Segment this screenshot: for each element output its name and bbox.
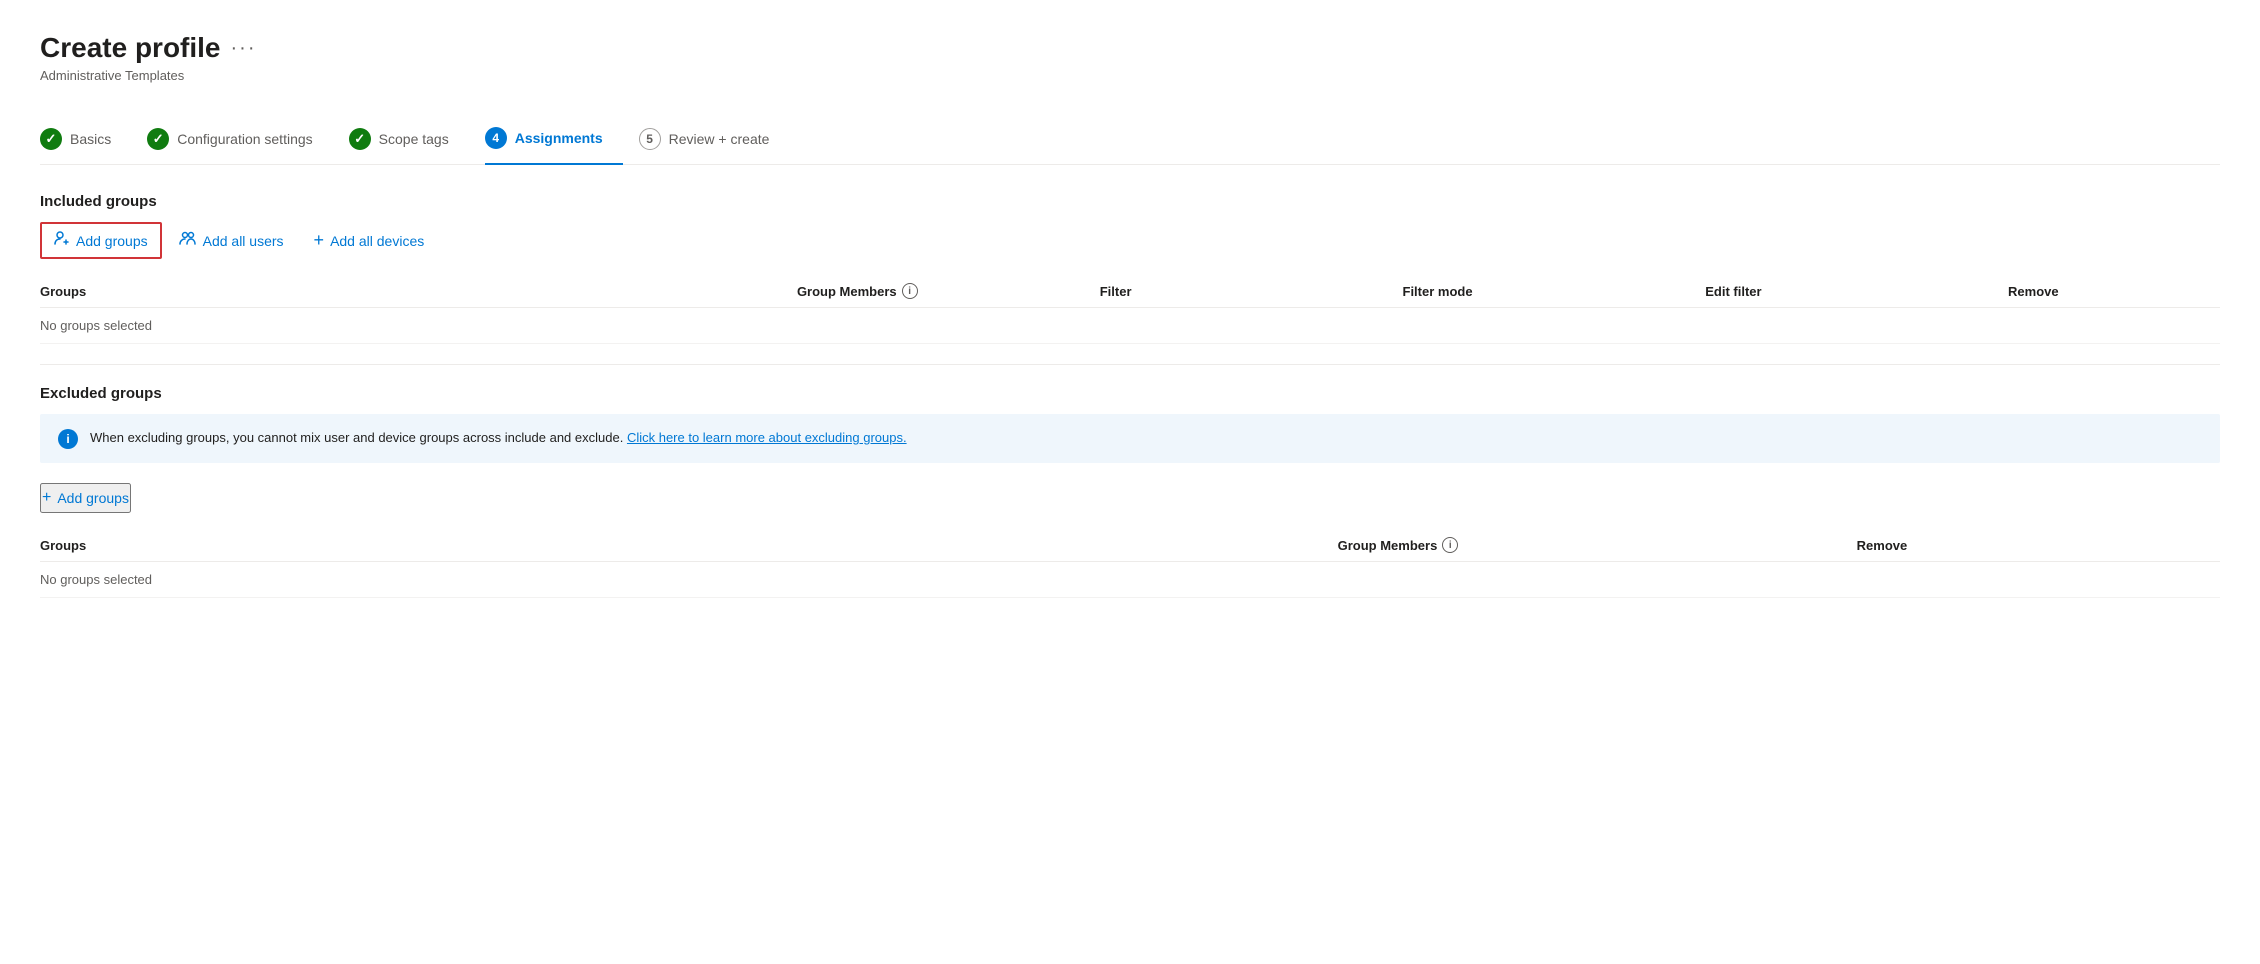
checkmark-icon: ✓ <box>46 131 57 147</box>
excluded-info-banner: i When excluding groups, you cannot mix … <box>40 414 2220 463</box>
step-review-number: 5 <box>646 132 653 146</box>
step-configuration-circle: ✓ <box>147 128 169 150</box>
step-basics[interactable]: ✓ Basics <box>40 116 131 164</box>
add-excluded-groups-label: Add groups <box>57 490 129 506</box>
add-groups-label: Add groups <box>76 233 148 249</box>
excl-col-groups: Groups <box>40 537 1338 553</box>
excluded-empty-text: No groups selected <box>40 572 1338 587</box>
step-scope-label: Scope tags <box>379 131 449 147</box>
people-icon <box>179 230 197 251</box>
info-banner-text: When excluding groups, you cannot mix us… <box>90 428 907 448</box>
excluded-groups-label: Excluded groups <box>40 385 2220 402</box>
col-group-members: Group Members i <box>797 283 1100 299</box>
plus-icon: + <box>314 230 325 251</box>
add-all-devices-button[interactable]: + Add all devices <box>301 223 438 258</box>
step-assignments-label: Assignments <box>515 130 603 146</box>
section-divider <box>40 364 2220 365</box>
learn-more-link[interactable]: Click here to learn more about excluding… <box>627 430 907 445</box>
included-groups-table: Groups Group Members i Filter Filter mod… <box>40 275 2220 344</box>
step-review[interactable]: 5 Review + create <box>639 116 790 164</box>
wizard-nav: ✓ Basics ✓ Configuration settings ✓ Scop… <box>40 115 2220 165</box>
page-title: Create profile <box>40 32 221 64</box>
step-configuration[interactable]: ✓ Configuration settings <box>147 116 332 164</box>
included-empty-row: No groups selected <box>40 308 2220 344</box>
add-groups-button[interactable]: Add groups <box>40 222 162 259</box>
excluded-groups-section: Excluded groups i When excluding groups,… <box>40 385 2220 598</box>
col-filter: Filter <box>1100 283 1403 299</box>
page-subtitle: Administrative Templates <box>40 68 2220 83</box>
more-options-icon[interactable]: ··· <box>231 37 257 60</box>
col-filter-mode: Filter mode <box>1403 283 1706 299</box>
person-add-icon <box>54 230 70 251</box>
step-basics-label: Basics <box>70 131 111 147</box>
excl-col-group-members: Group Members i <box>1338 537 1857 553</box>
excluded-groups-table: Groups Group Members i Remove No groups … <box>40 529 2220 598</box>
step-assignments[interactable]: 4 Assignments <box>485 115 623 165</box>
col-edit-filter: Edit filter <box>1705 283 2008 299</box>
included-groups-label: Included groups <box>40 193 2220 210</box>
included-action-bar: Add groups Add all users + Add all devic… <box>40 222 2220 259</box>
step-review-circle: 5 <box>639 128 661 150</box>
excluded-table-header: Groups Group Members i Remove <box>40 529 2220 562</box>
excl-group-members-info-icon: i <box>1442 537 1458 553</box>
checkmark-icon-3: ✓ <box>354 131 365 147</box>
included-table-header: Groups Group Members i Filter Filter mod… <box>40 275 2220 308</box>
step-scope[interactable]: ✓ Scope tags <box>349 116 469 164</box>
included-groups-section: Included groups Add groups <box>40 193 2220 344</box>
excluded-empty-row: No groups selected <box>40 562 2220 598</box>
step-review-label: Review + create <box>669 131 770 147</box>
included-empty-text: No groups selected <box>40 318 797 333</box>
step-basics-circle: ✓ <box>40 128 62 150</box>
col-groups: Groups <box>40 283 797 299</box>
add-excluded-groups-button[interactable]: + Add groups <box>40 483 131 513</box>
checkmark-icon-2: ✓ <box>153 131 164 147</box>
plus-icon-excluded: + <box>42 489 51 507</box>
page-header: Create profile ··· Administrative Templa… <box>40 32 2220 83</box>
col-remove: Remove <box>2008 283 2220 299</box>
step-configuration-label: Configuration settings <box>177 131 312 147</box>
step-scope-circle: ✓ <box>349 128 371 150</box>
add-all-users-button[interactable]: Add all users <box>166 223 297 258</box>
step-assignments-number: 4 <box>492 131 499 145</box>
add-all-devices-label: Add all devices <box>330 233 424 249</box>
info-banner-icon: i <box>58 429 78 449</box>
group-members-info-icon: i <box>902 283 918 299</box>
excl-col-remove: Remove <box>1857 537 2220 553</box>
add-all-users-label: Add all users <box>203 233 284 249</box>
step-assignments-circle: 4 <box>485 127 507 149</box>
